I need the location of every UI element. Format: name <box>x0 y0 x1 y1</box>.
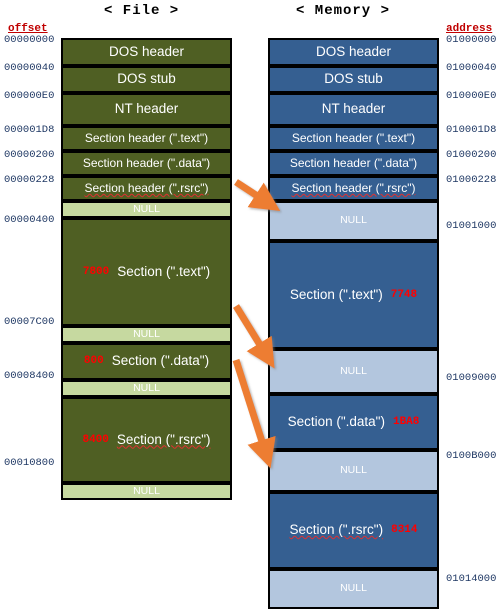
file-offset-tick-9: 00010800 <box>4 457 55 469</box>
memory-block-section-header-text: Section header (".text") <box>268 126 439 151</box>
file-section-size-data: 800 <box>83 355 104 368</box>
mapping-arrow-text <box>234 179 281 211</box>
memory-block-label: NULL <box>340 214 367 227</box>
file-offset-tick-4: 00000200 <box>4 149 55 161</box>
file-block-label: Section header (".data") <box>82 155 211 170</box>
memory-address-tick-2: 010000E0 <box>446 90 497 102</box>
memory-column-title: < Memory > <box>296 3 391 19</box>
file-block-label: Section header (".rsrc") <box>84 180 209 195</box>
memory-block-section-text: Section (".text") 7748 <box>268 241 439 349</box>
file-block-label: NT header <box>114 101 179 117</box>
memory-block-dos-stub: DOS stub <box>268 66 439 93</box>
memory-block-dos-header: DOS header <box>268 38 439 66</box>
mapping-arrow-rsrc <box>232 358 276 469</box>
memory-section-size-text: 7748 <box>390 288 418 301</box>
file-block-null-2: NULL <box>61 326 232 343</box>
file-offset-tick-2: 000000E0 <box>4 90 55 102</box>
file-block-label: Section (".rsrc") <box>116 431 211 447</box>
file-block-label: Section header (".text") <box>84 130 209 145</box>
memory-address-tick-9: 01014000 <box>446 573 497 585</box>
file-block-label: DOS stub <box>117 71 176 87</box>
memory-block-null-4: NULL <box>268 569 439 609</box>
file-block-section-header-data: Section header (".data") <box>61 151 232 176</box>
memory-block-label: NULL <box>340 364 367 377</box>
file-block-section-header-text: Section header (".text") <box>61 126 232 151</box>
memory-block-label: DOS header <box>315 43 392 59</box>
memory-address-tick-1: 01000040 <box>446 62 497 74</box>
pe-file-memory-mapping-diagram: < File > < Memory > offset address 00000… <box>0 0 502 609</box>
memory-block-label: Section header (".data") <box>289 155 418 170</box>
memory-section-size-data: 1BA8 <box>392 415 420 428</box>
memory-block-section-header-rsrc: Section header (".rsrc") <box>268 176 439 201</box>
file-offset-tick-5: 00000228 <box>4 174 55 186</box>
file-offset-tick-8: 00008400 <box>4 370 55 382</box>
file-block-section-text: 7800 Section (".text") <box>61 218 232 326</box>
memory-block-null-3: NULL <box>268 450 439 492</box>
memory-block-section-rsrc: Section (".rsrc") 8314 <box>268 492 439 569</box>
mapping-arrow-data <box>233 304 275 369</box>
file-offset-tick-1: 00000040 <box>4 62 55 74</box>
memory-block-label: Section header (".rsrc") <box>291 180 416 195</box>
memory-block-label: Section (".text") <box>289 286 383 302</box>
file-block-dos-header: DOS header <box>61 38 232 66</box>
memory-block-label: Section header (".text") <box>291 130 416 145</box>
file-offset-tick-3: 000001D8 <box>4 124 55 136</box>
memory-block-section-data: Section (".data") 1BA8 <box>268 394 439 450</box>
file-column-title: < File > <box>104 3 180 19</box>
memory-block-label: DOS stub <box>324 71 383 87</box>
file-block-label: NULL <box>133 381 160 394</box>
memory-address-tick-0: 01000000 <box>446 34 497 46</box>
file-block-null-1: NULL <box>61 201 232 218</box>
file-offset-tick-7: 00007C00 <box>4 316 55 328</box>
memory-block-label: NULL <box>340 464 367 477</box>
file-block-null-3: NULL <box>61 380 232 397</box>
file-block-label: DOS header <box>108 43 185 59</box>
memory-address-tick-3: 010001D8 <box>446 124 497 136</box>
file-block-section-rsrc: 8400 Section (".rsrc") <box>61 397 232 483</box>
memory-section-size-rsrc: 8314 <box>391 524 418 537</box>
memory-block-null-1: NULL <box>268 201 439 241</box>
memory-block-label: Section (".rsrc") <box>289 522 384 538</box>
file-block-dos-stub: DOS stub <box>61 66 232 93</box>
memory-block-label: Section (".data") <box>287 413 385 429</box>
memory-block-null-2: NULL <box>268 349 439 394</box>
memory-block-section-header-data: Section header (".data") <box>268 151 439 176</box>
memory-block-label: NT header <box>321 101 386 117</box>
memory-address-tick-7: 01009000 <box>446 372 497 384</box>
file-block-label: NULL <box>133 202 160 215</box>
file-block-label: NULL <box>133 484 160 497</box>
memory-address-tick-4: 01000200 <box>446 149 497 161</box>
file-section-size-rsrc: 8400 <box>82 433 109 446</box>
memory-block-label: NULL <box>340 582 367 595</box>
file-block-section-header-rsrc: Section header (".rsrc") <box>61 176 232 201</box>
file-offset-tick-0: 00000000 <box>4 34 55 46</box>
memory-address-tick-5: 01000228 <box>446 174 497 186</box>
file-block-label: NULL <box>133 327 160 340</box>
memory-address-tick-6: 01001000 <box>446 220 497 232</box>
file-block-label: Section (".text") <box>117 263 211 279</box>
file-block-label: Section (".data") <box>111 353 210 369</box>
file-offset-tick-6: 00000400 <box>4 214 55 226</box>
file-block-section-data: 800 Section (".data") <box>61 343 232 380</box>
file-block-null-4: NULL <box>61 483 232 500</box>
file-section-size-text: 7800 <box>82 265 110 278</box>
memory-address-tick-8: 0100B000 <box>446 450 497 462</box>
file-block-nt-header: NT header <box>61 93 232 126</box>
memory-block-nt-header: NT header <box>268 93 439 126</box>
